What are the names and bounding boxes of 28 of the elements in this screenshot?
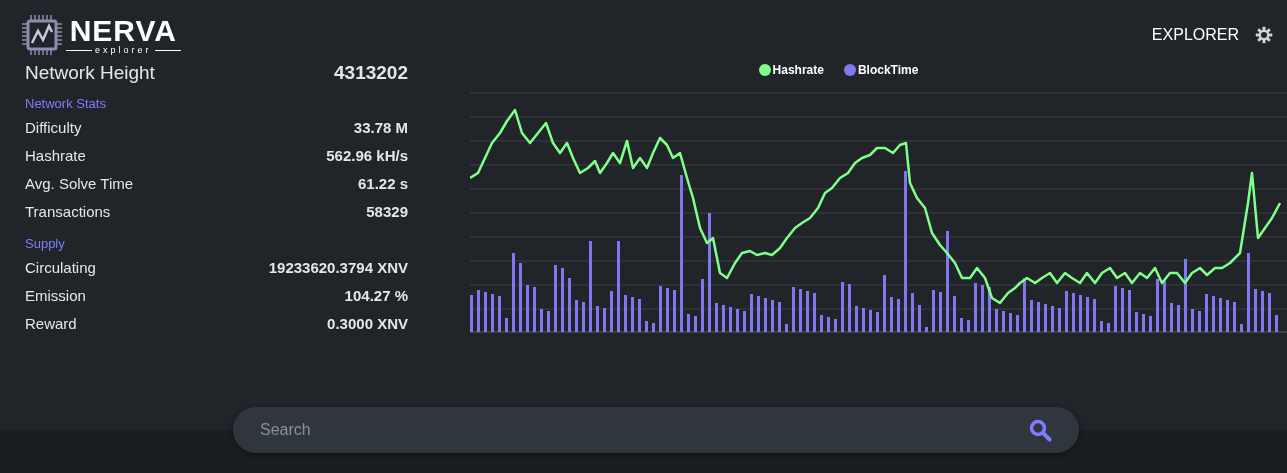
stat-value: 0.3000 XNV bbox=[327, 313, 408, 334]
stat-value: 58329 bbox=[366, 201, 408, 222]
stat-value: 33.78 M bbox=[353, 117, 408, 138]
stat-label: Transactions bbox=[25, 201, 111, 222]
stat-label: Circulating bbox=[25, 257, 96, 278]
explorer-link[interactable]: EXPLORER bbox=[1151, 23, 1239, 47]
stat-value: 19233620.3794 XNV bbox=[268, 257, 408, 278]
settings-icon[interactable] bbox=[1255, 26, 1273, 44]
chip-logo-icon bbox=[21, 14, 63, 56]
stat-label: Network Height bbox=[25, 60, 155, 85]
search-icon[interactable] bbox=[1028, 418, 1052, 442]
stat-value: 104.27 % bbox=[344, 285, 408, 306]
legend-label: BlockTime bbox=[857, 62, 919, 79]
stat-label: Difficulty bbox=[25, 117, 82, 138]
logo-tagline: explorer bbox=[95, 45, 152, 55]
section-heading: Network Stats bbox=[25, 95, 107, 113]
stat-value: 61.22 s bbox=[357, 173, 408, 194]
logo-wordmark: NERVA bbox=[69, 15, 177, 46]
stat-value: 4313202 bbox=[334, 60, 408, 85]
search-input[interactable]: Search bbox=[260, 418, 1028, 442]
stat-label: Emission bbox=[25, 285, 86, 306]
stat-label: Reward bbox=[25, 313, 77, 334]
legend-label: Hashrate bbox=[772, 62, 824, 79]
section-heading: Supply bbox=[25, 235, 66, 253]
stat-label: Avg. Solve Time bbox=[25, 173, 134, 194]
stat-label: Hashrate bbox=[25, 145, 86, 166]
search-field[interactable]: Search bbox=[233, 407, 1079, 453]
stat-value: 562.96 kH/s bbox=[326, 145, 408, 166]
